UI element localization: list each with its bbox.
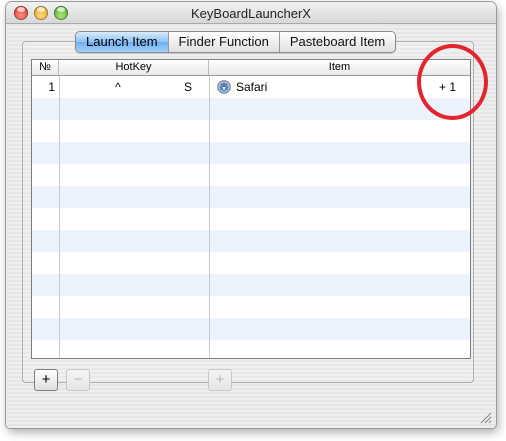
remove-hotkey-button[interactable]: − [66, 369, 90, 391]
safari-compass-icon [217, 80, 231, 94]
table-row[interactable] [32, 252, 470, 274]
tab-bar: Launch Item Finder Function Pasteboard I… [75, 31, 397, 53]
tab-finder-function[interactable]: Finder Function [167, 32, 279, 52]
column-header-hotkey[interactable]: HotKey [59, 60, 209, 75]
item-name: Safari [236, 80, 268, 94]
column-divider [59, 76, 60, 358]
table-row[interactable] [32, 230, 470, 252]
table-header: № HotKey Item [32, 60, 470, 76]
tab-launch-item[interactable]: Launch Item [76, 32, 168, 52]
hotkey-modifier: ^ [115, 80, 121, 94]
tab-pasteboard-item[interactable]: Pasteboard Item [278, 32, 396, 52]
hotkey-key: S [183, 80, 192, 94]
table-row[interactable]: 1 ^ S Safari + 1 [32, 76, 470, 98]
column-divider [209, 76, 210, 358]
window-title: KeyBoardLauncherX [191, 6, 311, 21]
add-hotkey-button[interactable]: + [34, 369, 58, 391]
table-row[interactable] [32, 340, 470, 358]
table-row[interactable] [32, 274, 470, 296]
title-bar[interactable]: KeyBoardLauncherX [6, 2, 496, 24]
table-row[interactable] [32, 164, 470, 186]
table-row[interactable] [32, 142, 470, 164]
add-item-button[interactable]: + [208, 369, 232, 391]
table-row[interactable] [32, 120, 470, 142]
table-row[interactable] [32, 296, 470, 318]
resize-grip-icon[interactable] [478, 410, 492, 424]
launch-item-table[interactable]: № HotKey Item 1 ^ S Safari + 1 [31, 59, 471, 359]
table-row[interactable] [32, 186, 470, 208]
row-number: 1 [48, 80, 55, 94]
column-header-number[interactable]: № [32, 60, 59, 75]
item-cell: Safari [217, 76, 267, 98]
highlight-ring [417, 44, 488, 120]
table-row[interactable] [32, 208, 470, 230]
table-row[interactable] [32, 318, 470, 340]
table-body: 1 ^ S Safari + 1 [32, 76, 470, 358]
table-row[interactable] [32, 98, 470, 120]
